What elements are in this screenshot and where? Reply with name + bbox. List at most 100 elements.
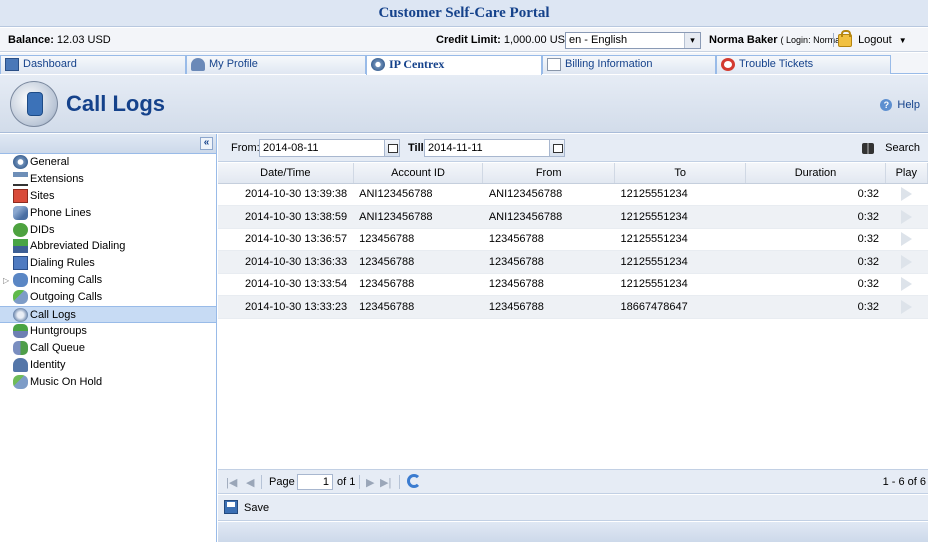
sidebar-item-music-on-hold[interactable]: Music On Hold	[0, 374, 216, 391]
cell-to: 12125551234	[614, 205, 746, 229]
floppy-disk-icon[interactable]	[224, 500, 238, 514]
cell-account-id: ANI123456788	[353, 183, 483, 206]
tab-billing-information[interactable]: Billing Information	[542, 55, 716, 74]
incoming-calls-icon	[13, 273, 28, 288]
column-header-duration[interactable]: Duration	[745, 163, 886, 184]
info-separator	[833, 33, 834, 47]
sidebar-item-outgoing-calls[interactable]: Outgoing Calls	[0, 289, 216, 306]
sidebar-item-identity[interactable]: Identity	[0, 357, 216, 374]
binoculars-icon	[862, 142, 875, 154]
sidebar-item-dids[interactable]: DIDs	[0, 222, 216, 239]
till-date-field[interactable]: 2014-11-11	[424, 139, 565, 157]
column-header-to[interactable]: To	[614, 163, 747, 184]
from-date-value: 2014-08-11	[263, 142, 319, 154]
sidebar-header: «	[0, 134, 216, 154]
last-page-icon[interactable]: ▶|	[380, 476, 391, 489]
call-logs-table: Date/Time Account ID From To Duration Pl…	[218, 163, 928, 319]
play-icon[interactable]	[900, 299, 912, 314]
column-header-account-id[interactable]: Account ID	[353, 163, 484, 184]
calendar-icon[interactable]	[549, 139, 565, 157]
table-row[interactable]: 2014-10-30 13:36:33 123456788 123456788 …	[218, 250, 928, 274]
cell-account-id: ANI123456788	[353, 205, 483, 229]
play-icon[interactable]	[900, 232, 912, 247]
language-select[interactable]: en - English ▾	[565, 32, 701, 49]
identity-icon	[13, 357, 28, 372]
cell-play	[885, 295, 928, 319]
filter-toolbar: From: 2014-08-11 Till: 2014-11-11 Search	[218, 134, 928, 162]
user-name: Norma Baker	[709, 34, 778, 46]
play-icon[interactable]	[900, 254, 912, 269]
sidebar-item-label: Dialing Rules	[30, 257, 95, 270]
sidebar-item-extensions[interactable]: Extensions	[0, 171, 216, 188]
column-header-from[interactable]: From	[482, 163, 615, 184]
table-row[interactable]: 2014-10-30 13:38:59 ANI123456788 ANI1234…	[218, 205, 928, 229]
logout-button[interactable]: Logout ▼	[838, 29, 907, 49]
table-row[interactable]: 2014-10-30 13:36:57 123456788 123456788 …	[218, 228, 928, 251]
cell-account-id: 123456788	[353, 250, 483, 274]
tab-dashboard[interactable]: Dashboard	[0, 55, 186, 74]
tab-my-profile[interactable]: My Profile	[186, 55, 366, 74]
chevron-down-icon[interactable]: ▾	[684, 33, 700, 48]
table-row[interactable]: 2014-10-30 13:33:23 123456788 123456788 …	[218, 295, 928, 319]
logout-menu-arrow-icon[interactable]: ▼	[899, 36, 907, 45]
sidebar-item-incoming-calls[interactable]: ▷ Incoming Calls	[0, 272, 216, 289]
phone-lines-icon	[13, 205, 28, 220]
sidebar-item-general[interactable]: General	[0, 154, 216, 171]
calendar-icon[interactable]	[384, 139, 400, 157]
cell-datetime: 2014-10-30 13:36:33	[218, 250, 354, 274]
huntgroups-icon	[13, 323, 28, 338]
sidebar-item-dialing-rules[interactable]: Dialing Rules	[0, 255, 216, 272]
cell-from: 123456788	[482, 250, 615, 274]
column-header-datetime[interactable]: Date/Time	[218, 163, 354, 184]
search-button[interactable]: Search	[862, 142, 920, 154]
previous-page-icon[interactable]: ◀	[246, 476, 254, 489]
lifebuoy-icon	[721, 58, 735, 71]
page-label: Page	[269, 476, 295, 488]
sidebar-item-phone-lines[interactable]: Phone Lines	[0, 205, 216, 222]
from-date-label: From:	[231, 142, 260, 154]
from-date-field[interactable]: 2014-08-11	[259, 139, 400, 157]
sidebar-item-huntgroups[interactable]: Huntgroups	[0, 323, 216, 340]
call-logs-icon	[13, 308, 28, 323]
first-page-icon[interactable]: |◀	[226, 476, 237, 489]
sidebar-item-sites[interactable]: Sites	[0, 188, 216, 205]
search-label: Search	[885, 142, 920, 154]
help-label: Help	[897, 99, 920, 111]
cell-play	[885, 250, 928, 274]
tab-label: IP Centrex	[389, 57, 445, 71]
next-page-icon[interactable]: ▶	[366, 476, 374, 489]
page-title: Call Logs	[66, 91, 166, 116]
balance-display: Balance: 12.03 USD	[8, 34, 111, 46]
page-number-input[interactable]: 1	[297, 474, 333, 490]
sidebar-item-label: Identity	[30, 358, 66, 371]
sidebar-item-label: Extensions	[30, 172, 84, 185]
table-row[interactable]: 2014-10-30 13:39:38 ANI123456788 ANI1234…	[218, 183, 928, 206]
sidebar-item-label: Sites	[30, 189, 55, 202]
refresh-icon[interactable]	[407, 474, 421, 488]
paging-separator	[359, 475, 360, 489]
table-row[interactable]: 2014-10-30 13:33:54 123456788 123456788 …	[218, 273, 928, 296]
help-link[interactable]: ? Help	[880, 99, 920, 112]
sidebar-item-label: Abbreviated Dialing	[30, 240, 126, 253]
sidebar-nav: General Extensions Sites Phone Lines DID…	[0, 154, 216, 390]
gear-icon	[13, 155, 28, 169]
profile-icon	[191, 58, 205, 71]
tab-trouble-tickets[interactable]: Trouble Tickets	[716, 55, 891, 74]
main-tab-bar: Dashboard My Profile IP Centrex Billing …	[0, 53, 928, 75]
record-count: 1 - 6 of 6	[882, 476, 926, 488]
sidebar-item-label: Huntgroups	[30, 324, 87, 337]
cell-to: 12125551234	[614, 183, 746, 206]
collapse-sidebar-button[interactable]: «	[200, 137, 213, 150]
sidebar-item-call-queue[interactable]: Call Queue	[0, 340, 216, 357]
sidebar-item-abbreviated-dialing[interactable]: Abbreviated Dialing	[0, 238, 216, 255]
play-icon[interactable]	[900, 209, 912, 224]
expand-arrow-icon[interactable]: ▷	[3, 272, 9, 289]
sidebar-item-label: Music On Hold	[30, 375, 103, 388]
save-button[interactable]: Save	[244, 502, 269, 514]
play-icon[interactable]	[900, 277, 912, 292]
sidebar-item-call-logs[interactable]: Call Logs	[0, 306, 216, 323]
cell-datetime: 2014-10-30 13:38:59	[218, 205, 354, 229]
tab-ip-centrex[interactable]: IP Centrex	[366, 55, 542, 75]
cell-datetime: 2014-10-30 13:39:38	[218, 183, 354, 206]
play-icon[interactable]	[900, 187, 912, 202]
